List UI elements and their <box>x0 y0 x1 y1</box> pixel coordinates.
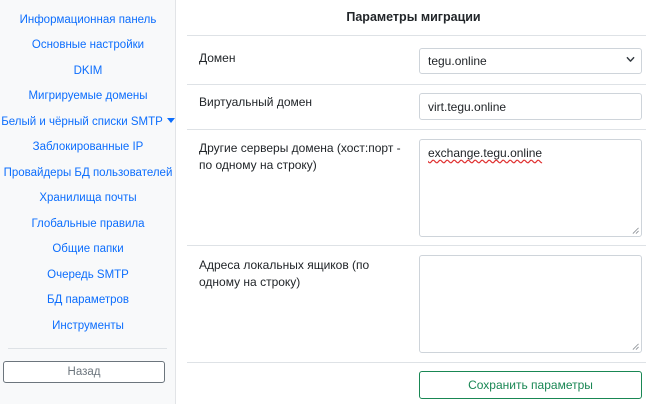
sidebar-item-label: Инструменты <box>52 319 124 332</box>
sidebar-item-tools[interactable]: Инструменты <box>0 313 176 339</box>
other-servers-textarea[interactable]: exchange.tegu.online <box>419 139 642 237</box>
local-mailboxes-label: Адреса локальных ящиков (по одному на ст… <box>199 258 370 289</box>
other-servers-label: Другие серверы домена (хост:порт - по од… <box>199 141 401 172</box>
title-divider <box>187 35 646 36</box>
sidebar-item-dkim[interactable]: DKIM <box>0 58 176 84</box>
sidebar-item-label: Белый и чёрный списки SMTP <box>1 115 163 128</box>
sidebar-divider <box>8 348 167 349</box>
sidebar-item-label: Глобальные правила <box>31 217 145 230</box>
row-divider <box>187 245 646 246</box>
sidebar-item-label: Заблокированные IP <box>32 141 144 154</box>
row-divider <box>187 362 646 363</box>
sidebar-item-label: Провайдеры БД пользователей <box>3 166 173 179</box>
sidebar-item-general-settings[interactable]: Основные настройки <box>0 33 176 59</box>
sidebar-item-global-rules[interactable]: Глобальные правила <box>0 211 176 237</box>
sidebar-item-label: Общие папки <box>52 243 124 256</box>
resize-grip-icon[interactable] <box>632 343 639 350</box>
sidebar-item-smtp-queue[interactable]: Очередь SMTP <box>0 262 176 288</box>
other-servers-value: exchange.tegu.online <box>428 146 543 160</box>
sidebar-item-blocked-ip[interactable]: Заблокированные IP <box>0 135 176 161</box>
row-divider <box>187 84 646 85</box>
page-title: Параметры миграции <box>346 10 481 24</box>
sidebar-item-mail-storage[interactable]: Хранилища почты <box>0 186 176 212</box>
domain-label: Домен <box>199 51 236 65</box>
sidebar-item-label: Очередь SMTP <box>47 268 129 281</box>
caret-down-icon <box>166 118 175 124</box>
sidebar: Информационная панель Основные настройки… <box>0 0 176 404</box>
sidebar-item-settings-db[interactable]: БД параметров <box>0 288 176 314</box>
sidebar-item-migrated-domains[interactable]: Мигрируемые домены <box>0 84 176 110</box>
sidebar-item-label: БД параметров <box>46 294 130 307</box>
sidebar-item-public-folders[interactable]: Общие папки <box>0 237 176 263</box>
domain-select[interactable]: tegu.online <box>419 48 642 74</box>
virtual-domain-label: Виртуальный домен <box>199 95 313 109</box>
sidebar-item-smtp-lists[interactable]: Белый и чёрный списки SMTP <box>0 109 176 135</box>
sidebar-item-label: Основные настройки <box>31 39 145 52</box>
sidebar-nav: Информационная панель Основные настройки… <box>0 7 176 339</box>
virtual-domain-value: virt.tegu.online <box>428 99 507 114</box>
sidebar-item-label: DKIM <box>73 64 103 77</box>
virtual-domain-input[interactable]: virt.tegu.online <box>419 93 642 120</box>
back-button[interactable]: Назад <box>3 361 165 383</box>
chevron-down-icon <box>626 56 635 62</box>
local-mailboxes-textarea[interactable] <box>419 255 642 353</box>
sidebar-item-label: Хранилища почты <box>39 192 137 205</box>
sidebar-item-label: Информационная панель <box>19 13 157 26</box>
save-settings-button[interactable]: Сохранить параметры <box>419 371 642 399</box>
row-divider <box>187 129 646 130</box>
sidebar-item-label: Мигрируемые домены <box>28 90 148 103</box>
sidebar-item-dashboard[interactable]: Информационная панель <box>0 7 176 33</box>
migration-settings-panel: Параметры миграции Домен tegu.online Вир… <box>177 0 650 404</box>
sidebar-item-user-db-providers[interactable]: Провайдеры БД пользователей <box>0 160 176 186</box>
domain-select-value: tegu.online <box>428 54 487 68</box>
resize-grip-icon[interactable] <box>632 227 639 234</box>
